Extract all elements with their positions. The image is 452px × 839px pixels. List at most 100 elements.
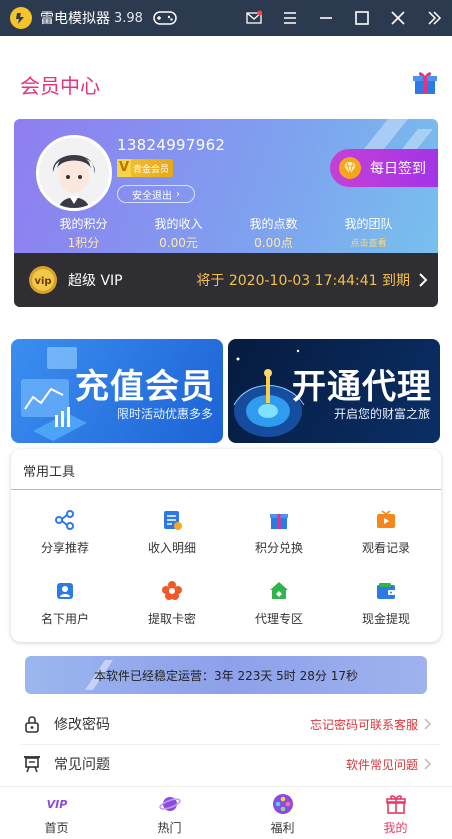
minimize-icon[interactable] xyxy=(308,0,344,36)
chevron-right-icon xyxy=(424,718,432,730)
nav-welfare[interactable]: 福利 xyxy=(226,787,339,839)
banner-subtitle: 开启您的财富之旅 xyxy=(333,407,430,421)
tool-label: 分享推荐 xyxy=(40,541,89,555)
film-reel-icon xyxy=(272,794,293,814)
tools-title: 常用工具 xyxy=(23,465,76,480)
tool-label: 积分兑换 xyxy=(254,541,303,555)
svg-text:vip: vip xyxy=(34,276,51,287)
nav-mine[interactable]: 我的 xyxy=(339,787,452,839)
daily-signin-button[interactable]: 每日签到 xyxy=(330,149,438,187)
uptime-banner: 本软件已经稳定运营：3年 223天 5时 28分 17秒 xyxy=(25,656,427,694)
ldplayer-logo-icon xyxy=(10,7,32,29)
chevron-right-icon xyxy=(419,273,428,287)
flower-key-icon xyxy=(162,581,182,600)
stat-value: 0.00点 xyxy=(254,236,293,250)
close-icon[interactable] xyxy=(380,0,416,36)
banner-subtitle: 限时活动优惠多多 xyxy=(116,407,213,421)
nav-label: 首页 xyxy=(44,821,69,835)
tool-points-exchange[interactable]: 积分兑换 xyxy=(229,509,329,556)
logout-label: 安全退出 xyxy=(132,190,172,202)
emulator-version: 3.98 xyxy=(114,10,143,26)
menu-label: 修改密码 xyxy=(54,717,110,733)
diamond-icon xyxy=(339,157,361,179)
member-level-badge: V 青金会员 xyxy=(117,159,174,177)
recharge-member-banner[interactable]: 充值会员 限时活动优惠多多 xyxy=(11,339,223,443)
menu-row-change-password[interactable]: 修改密码 忘记密码可联系客服 xyxy=(0,704,452,744)
tool-watch-history[interactable]: 观看记录 xyxy=(336,509,436,556)
income-detail-icon xyxy=(164,511,182,530)
gift-box-icon xyxy=(385,795,406,814)
tool-label: 代理专区 xyxy=(254,612,303,626)
gift-exchange-icon xyxy=(270,514,288,529)
menu-icon[interactable] xyxy=(272,0,308,36)
chevron-right-icon xyxy=(424,758,432,770)
maximize-icon[interactable] xyxy=(344,0,380,36)
stat-team[interactable]: 我的团队 点击查看 xyxy=(321,215,416,255)
emulator-title: 雷电模拟器 xyxy=(40,11,110,27)
tool-cash-withdraw[interactable]: 现金提现 xyxy=(336,580,436,627)
common-tools-panel: 常用工具 分享推荐 收入明细 积分兑换 观看记录 名下用户 提取卡密 代理专区 … xyxy=(11,449,441,642)
vip-label: 超级 VIP xyxy=(68,273,123,289)
nav-hot[interactable]: 热门 xyxy=(113,787,226,839)
member-card: 13824997962 V 青金会员 安全退出 › 每日签到 我的积分 1积分 … xyxy=(14,119,438,307)
logout-button[interactable]: 安全退出 › xyxy=(117,185,195,203)
stat-label: 我的团队 xyxy=(344,217,393,231)
lock-icon xyxy=(25,716,39,733)
tool-label: 名下用户 xyxy=(40,612,89,626)
tool-share[interactable]: 分享推荐 xyxy=(15,509,115,556)
planet-icon xyxy=(158,797,181,811)
users-icon xyxy=(57,583,73,599)
tool-label: 提取卡密 xyxy=(147,612,196,626)
v-badge-icon: V xyxy=(117,159,131,177)
nav-home[interactable]: VIP 首页 xyxy=(0,787,113,839)
tool-extract-key[interactable]: 提取卡密 xyxy=(122,580,222,627)
menu-label: 常见问题 xyxy=(54,757,110,773)
mail-icon[interactable] xyxy=(236,0,272,36)
tool-agent-zone[interactable]: 代理专区 xyxy=(229,580,329,627)
uptime-text: 本软件已经稳定运营：3年 223天 5时 28分 17秒 xyxy=(94,668,358,683)
expand-sidebar-icon[interactable] xyxy=(416,0,452,36)
menu-hint: 软件常见问题 xyxy=(345,757,418,772)
menu-row-faq[interactable]: 常见问题 软件常见问题 xyxy=(0,744,452,784)
stat-label: 我的点数 xyxy=(249,217,298,231)
stat-value: 点击查看 xyxy=(350,239,387,249)
share-icon xyxy=(55,510,74,530)
vip-expire-text: 将于 2020-10-03 17:44:41 到期 xyxy=(196,273,410,289)
vip-home-icon: VIP xyxy=(46,798,67,811)
user-phone: 13824997962 xyxy=(117,136,226,154)
wallet-icon xyxy=(377,583,395,599)
chevron-right-icon: › xyxy=(176,188,180,200)
tool-my-users[interactable]: 名下用户 xyxy=(15,580,115,627)
faq-board-icon xyxy=(24,756,40,773)
stat-credits[interactable]: 我的点数 0.00点 xyxy=(226,215,321,255)
nav-label: 热门 xyxy=(157,821,182,835)
banner-title: 充值会员 xyxy=(75,367,215,407)
stat-points[interactable]: 我的积分 1积分 xyxy=(36,215,131,255)
stat-income[interactable]: 我的收入 0.00元 xyxy=(131,215,226,255)
stat-label: 我的积分 xyxy=(59,217,108,231)
page-header: 会员中心 xyxy=(0,36,452,118)
page-title: 会员中心 xyxy=(20,74,100,98)
svg-text:VIP: VIP xyxy=(46,798,67,811)
member-stats: 我的积分 1积分 我的收入 0.00元 我的点数 0.00点 我的团队 点击查看 xyxy=(14,215,438,255)
stat-value: 0.00元 xyxy=(159,236,198,250)
nav-label: 福利 xyxy=(270,821,295,835)
play-history-icon xyxy=(377,510,395,528)
bottom-nav: VIP 首页 热门 福利 我的 xyxy=(0,786,452,839)
vip-crown-icon: vip xyxy=(29,266,57,294)
tool-label: 收入明细 xyxy=(147,541,196,555)
gift-icon[interactable] xyxy=(412,70,438,96)
stat-label: 我的收入 xyxy=(154,217,203,231)
divider xyxy=(11,489,441,490)
agent-house-icon xyxy=(270,582,288,599)
vip-bar[interactable]: vip 超级 VIP 将于 2020-10-03 17:44:41 到期 xyxy=(14,253,438,307)
tool-income-detail[interactable]: 收入明细 xyxy=(122,509,222,556)
emulator-titlebar: 雷电模拟器 3.98 xyxy=(0,0,452,36)
tool-label: 观看记录 xyxy=(361,541,410,555)
gamepad-icon[interactable] xyxy=(153,10,177,26)
banner-title: 开通代理 xyxy=(292,367,432,407)
open-agent-banner[interactable]: 开通代理 开启您的财富之旅 xyxy=(228,339,440,443)
stat-value: 1积分 xyxy=(67,236,100,250)
member-level-text: 青金会员 xyxy=(133,164,170,175)
avatar[interactable] xyxy=(36,135,112,211)
